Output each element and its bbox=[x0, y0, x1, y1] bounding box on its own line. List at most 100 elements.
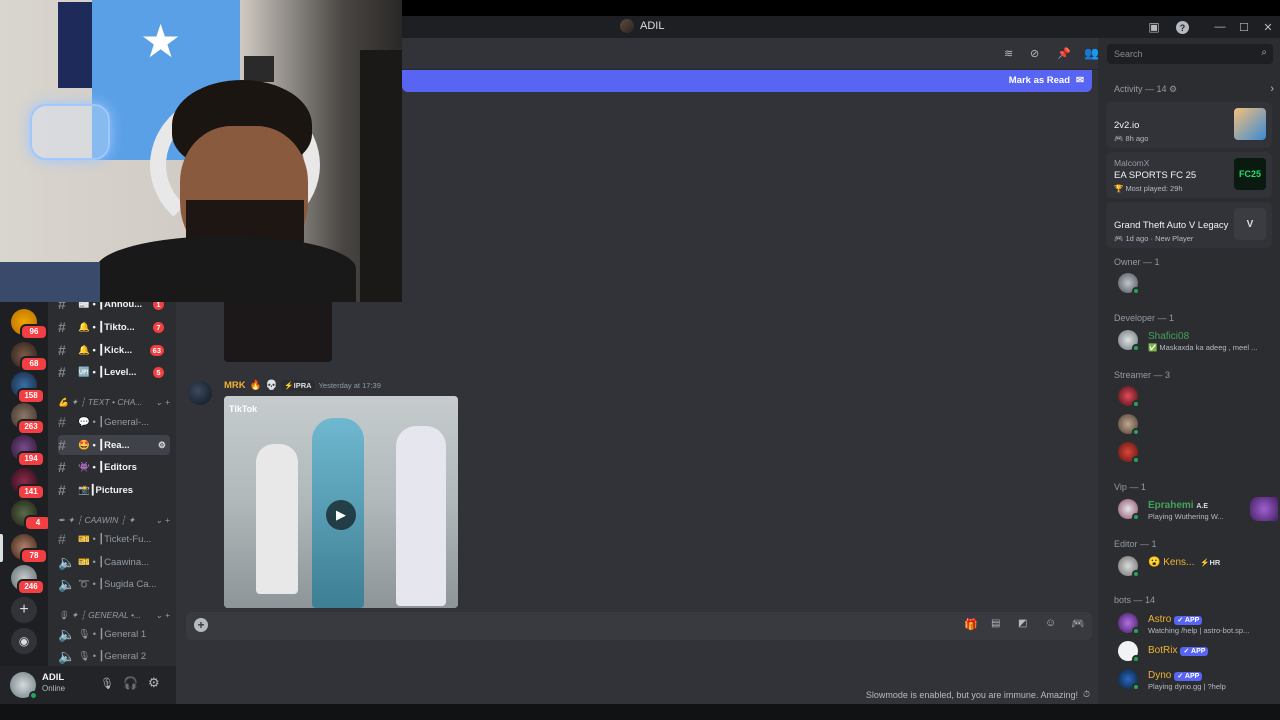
play-icon[interactable]: ▶ bbox=[326, 500, 356, 530]
channel-item[interactable]: # 🎫 • ┃Ticket-Fu... bbox=[58, 529, 170, 549]
role-group-title: Editor — 1 bbox=[1114, 539, 1157, 549]
gift-icon[interactable]: 🎁 bbox=[964, 618, 978, 631]
sticker-icon[interactable]: ◩ bbox=[1018, 618, 1027, 629]
online-status-icon bbox=[1132, 683, 1140, 691]
guild-tag: ⚡IPRA bbox=[281, 380, 315, 391]
webcam-overlay: ★ bbox=[0, 0, 402, 302]
server-badge: 141 bbox=[17, 484, 45, 500]
text-channel-icon: # bbox=[58, 437, 66, 453]
message-attachment[interactable] bbox=[224, 298, 332, 362]
text-channel-icon: # bbox=[58, 414, 66, 430]
role-group-title: Vip — 1 bbox=[1114, 482, 1146, 492]
avatar bbox=[1118, 613, 1140, 635]
channel-item-selected[interactable]: # 🤩 • ┃Rea... ⚙ bbox=[58, 435, 170, 455]
activity-card[interactable]: 2v2.io 🎮 8h ago bbox=[1106, 102, 1272, 148]
member-item[interactable]: Eprahemi A.E Playing Wuthering W... bbox=[1118, 497, 1278, 521]
attach-icon[interactable]: + bbox=[194, 618, 208, 632]
channel-item[interactable]: 🔈 ➰ • ┃Sugida Ca... bbox=[58, 574, 170, 594]
member-item[interactable] bbox=[1118, 440, 1278, 464]
avatar bbox=[1118, 499, 1140, 521]
member-item[interactable] bbox=[1118, 271, 1278, 295]
threads-icon[interactable]: ≋ bbox=[1004, 47, 1013, 60]
channel-item[interactable]: # 🔔 • ┃Tikto... 7 bbox=[58, 317, 170, 337]
avatar bbox=[1118, 414, 1140, 436]
role-group-title: bots — 14 bbox=[1114, 595, 1156, 605]
channel-item[interactable]: # 🔔 • ┃Kick... 63 bbox=[58, 340, 170, 360]
search-icon: ⌕ bbox=[1261, 47, 1267, 58]
member-tag: ⚡HR bbox=[1197, 557, 1224, 568]
channel-item[interactable]: # 👾 • ┃Editors bbox=[58, 457, 170, 477]
settings-icon[interactable]: ⚙ bbox=[158, 440, 166, 451]
help-icon[interactable]: ? bbox=[1176, 21, 1189, 34]
channel-item[interactable]: # 💬 • ┃General-... bbox=[58, 412, 170, 432]
minimize-button[interactable]: — bbox=[1208, 16, 1232, 38]
category-general[interactable]: 🎙 ✦ ┆ GENERAL •... ⌄ + bbox=[58, 610, 170, 621]
slowmode-notice: Slowmode is enabled, but you are immune.… bbox=[865, 689, 1090, 700]
channel-item[interactable]: # 🆙 • ┃Level... 5 bbox=[58, 362, 170, 382]
headphones-icon[interactable]: 🎧 bbox=[123, 676, 138, 690]
screen-share-icon[interactable]: ▣ bbox=[1146, 19, 1162, 35]
wifi-sign-image bbox=[244, 56, 274, 82]
activity-card[interactable]: Grand Theft Auto V Legacy 🎮 1d ago · New… bbox=[1106, 202, 1272, 248]
search-input[interactable]: Search ⌕ bbox=[1107, 44, 1273, 64]
channel-item[interactable]: 🔈 🎫 • ┃Caawina... bbox=[58, 552, 170, 572]
member-item[interactable] bbox=[1118, 412, 1278, 436]
category-caawin[interactable]: ✒ ✦ ┆ CAAWIN ┆ ✦ ⌄ + bbox=[58, 515, 170, 526]
gif-icon[interactable]: ▤ bbox=[991, 618, 1000, 629]
avatar[interactable] bbox=[10, 672, 38, 700]
discord-app: ADIL ▣ ? — ☐ ✕ 96 68 158 263 194 141 4 7… bbox=[0, 0, 1280, 720]
mark-as-read-button[interactable]: Mark as Read ✉ bbox=[1009, 75, 1084, 86]
member-item[interactable]: Astro ✓ APP Watching /help | astro-bot.sp… bbox=[1118, 611, 1278, 635]
avatar bbox=[1118, 442, 1140, 464]
category-text-channels[interactable]: 💪 ✦ ┆ TEXT • CHA... ⌄ + bbox=[58, 397, 170, 408]
activities-icon[interactable]: 🎮 bbox=[1071, 617, 1085, 630]
online-status-icon bbox=[1132, 456, 1140, 464]
member-list: Search ⌕ Activity — 14 ⚙ › 2v2.io 🎮 8h a… bbox=[1098, 38, 1280, 704]
online-status-icon bbox=[29, 691, 38, 700]
message-composer[interactable]: + 🎁 ▤ ◩ ☺ 🎮 bbox=[186, 612, 1092, 640]
channel-badge: 63 bbox=[149, 344, 164, 356]
close-button[interactable]: ✕ bbox=[1256, 16, 1280, 38]
mute-icon[interactable]: ⊘ bbox=[1030, 47, 1039, 60]
role-group-title: Streamer — 3 bbox=[1114, 370, 1171, 380]
video-attachment[interactable]: TikTok ▶ bbox=[224, 396, 458, 608]
member-item[interactable] bbox=[1118, 384, 1278, 408]
add-channel-icon[interactable]: ⌄ + bbox=[156, 610, 170, 621]
activity-card[interactable]: MalcomX EA SPORTS FC 25 🏆 Most played: 2… bbox=[1106, 152, 1272, 198]
discover-icon[interactable]: ◉ bbox=[11, 628, 37, 654]
mark-read-icon: ✉ bbox=[1076, 75, 1084, 86]
member-status: ✅ Maskaxda ka adeeg , meel ... bbox=[1148, 343, 1258, 352]
speaker-icon: 🔈 bbox=[58, 647, 76, 664]
members-icon[interactable]: 👥 bbox=[1084, 46, 1099, 60]
emoji-icon[interactable]: ☺ bbox=[1045, 617, 1056, 629]
gear-icon[interactable]: ⚙ bbox=[1169, 84, 1177, 94]
member-item[interactable]: 😮 Kens... ⚡HR bbox=[1118, 554, 1278, 578]
text-channel-icon: # bbox=[58, 459, 66, 475]
member-status: Playing Wuthering W... bbox=[1148, 512, 1224, 521]
user-panel: ADIL Online 🎙 🎧 ⚙ bbox=[0, 666, 176, 704]
member-item[interactable]: Dyno ✓ APP Playing dyno.gg | ?help bbox=[1118, 667, 1278, 691]
server-badge: 194 bbox=[17, 451, 45, 467]
voice-channel-item[interactable]: 🔈 🎙 • ┃General 1 bbox=[58, 624, 170, 644]
online-status-icon bbox=[1132, 344, 1140, 352]
message-author[interactable]: MRK bbox=[224, 380, 246, 391]
add-server-icon[interactable]: + bbox=[11, 597, 37, 623]
channel-item[interactable]: # 📸┃Pictures bbox=[58, 480, 170, 500]
selected-server-indicator bbox=[0, 534, 3, 562]
star-icon: ★ bbox=[140, 15, 182, 67]
member-item[interactable]: BotRix ✓ APP bbox=[1118, 639, 1278, 663]
chevron-right-icon[interactable]: › bbox=[1270, 83, 1274, 95]
member-status: Watching /help | astro-bot.sp... bbox=[1148, 626, 1250, 635]
avatar bbox=[1118, 330, 1140, 352]
person-figure bbox=[396, 426, 446, 606]
new-messages-bar[interactable]: Mark as Read ✉ bbox=[402, 70, 1092, 92]
add-channel-icon[interactable]: ⌄ + bbox=[156, 397, 170, 408]
pin-icon[interactable]: 📌 bbox=[1057, 47, 1071, 60]
maximize-button[interactable]: ☐ bbox=[1232, 16, 1256, 38]
member-item[interactable]: Shafici08 ✅ Maskaxda ka adeeg , meel ... bbox=[1118, 328, 1278, 352]
voice-channel-item[interactable]: 🔈 🎙 • ┃General 2 bbox=[58, 646, 170, 666]
microphone-icon[interactable]: 🎙 bbox=[100, 677, 114, 690]
add-channel-icon[interactable]: ⌄ + bbox=[156, 515, 170, 526]
avatar[interactable] bbox=[188, 381, 212, 405]
user-settings-icon[interactable]: ⚙ bbox=[148, 675, 160, 691]
